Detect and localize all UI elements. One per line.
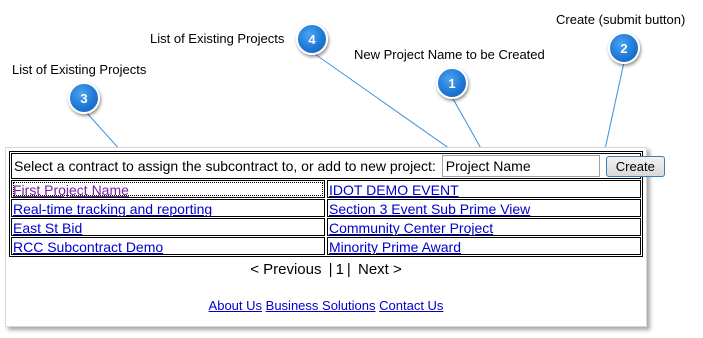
- project-link[interactable]: Real-time tracking and reporting: [13, 201, 212, 216]
- project-link[interactable]: Community Center Project: [329, 220, 493, 235]
- pager-separator: |: [346, 261, 351, 278]
- callout-badge-4: 4: [296, 23, 328, 55]
- callout-1-label: New Project Name to be Created: [354, 47, 545, 62]
- table-cell: Minority Prime Award: [327, 237, 641, 255]
- pagination: < Previous | 1 | Next >: [6, 261, 646, 278]
- project-link[interactable]: Section 3 Event Sub Prime View: [329, 201, 530, 216]
- callout-3-label: List of Existing Projects: [12, 62, 147, 77]
- leader-line-2: [603, 61, 625, 155]
- table-cell: East St Bid: [11, 218, 325, 236]
- table-cell: Community Center Project: [327, 218, 641, 236]
- project-link[interactable]: RCC Subcontract Demo: [13, 239, 163, 254]
- pager-separator: |: [328, 261, 333, 278]
- project-link[interactable]: East St Bid: [13, 220, 82, 235]
- projects-table: Select a contract to assign the subcontr…: [9, 151, 665, 257]
- business-solutions-link[interactable]: Business Solutions: [266, 298, 376, 313]
- create-button[interactable]: Create: [605, 155, 665, 177]
- contact-us-link[interactable]: Contact Us: [379, 298, 443, 313]
- next-page-link[interactable]: Next >: [358, 261, 402, 278]
- callout-4-label: List of Existing Projects: [150, 31, 285, 46]
- current-page-number: 1: [335, 261, 344, 278]
- project-name-input[interactable]: [441, 155, 600, 177]
- help-screenshot: List of Existing Projects Create (submit…: [0, 0, 703, 338]
- page-capture-panel: Select a contract to assign the subcontr…: [5, 147, 665, 327]
- assign-prompt: Select a contract to assign the subcontr…: [14, 158, 436, 174]
- table-cell: Section 3 Event Sub Prime View: [327, 199, 641, 217]
- previous-page-link[interactable]: < Previous: [250, 261, 321, 278]
- callout-badge-3: 3: [68, 82, 100, 114]
- table-row: Real-time tracking and reporting Section…: [11, 199, 641, 217]
- project-link[interactable]: Minority Prime Award: [329, 239, 461, 254]
- callout-badge-1: 1: [436, 67, 468, 99]
- table-row: RCC Subcontract Demo Minority Prime Awar…: [11, 237, 641, 255]
- table-cell: IDOT DEMO EVENT: [327, 180, 641, 198]
- table-row: East St Bid Community Center Project: [11, 218, 641, 236]
- table-cell: First Project Name: [11, 180, 325, 198]
- new-project-row: Select a contract to assign the subcontr…: [11, 153, 665, 179]
- table-cell: RCC Subcontract Demo: [11, 237, 325, 255]
- footer-links: About Us Business Solutions Contact Us: [6, 298, 646, 313]
- table-cell: Real-time tracking and reporting: [11, 199, 325, 217]
- about-us-link[interactable]: About Us: [209, 298, 262, 313]
- callout-badge-2: 2: [608, 32, 640, 64]
- callout-2-label: Create (submit button): [556, 12, 686, 27]
- project-link[interactable]: IDOT DEMO EVENT: [329, 182, 459, 197]
- table-row: First Project Name IDOT DEMO EVENT: [11, 180, 641, 198]
- leader-line-1: [451, 96, 484, 153]
- project-link[interactable]: First Project Name: [13, 182, 129, 197]
